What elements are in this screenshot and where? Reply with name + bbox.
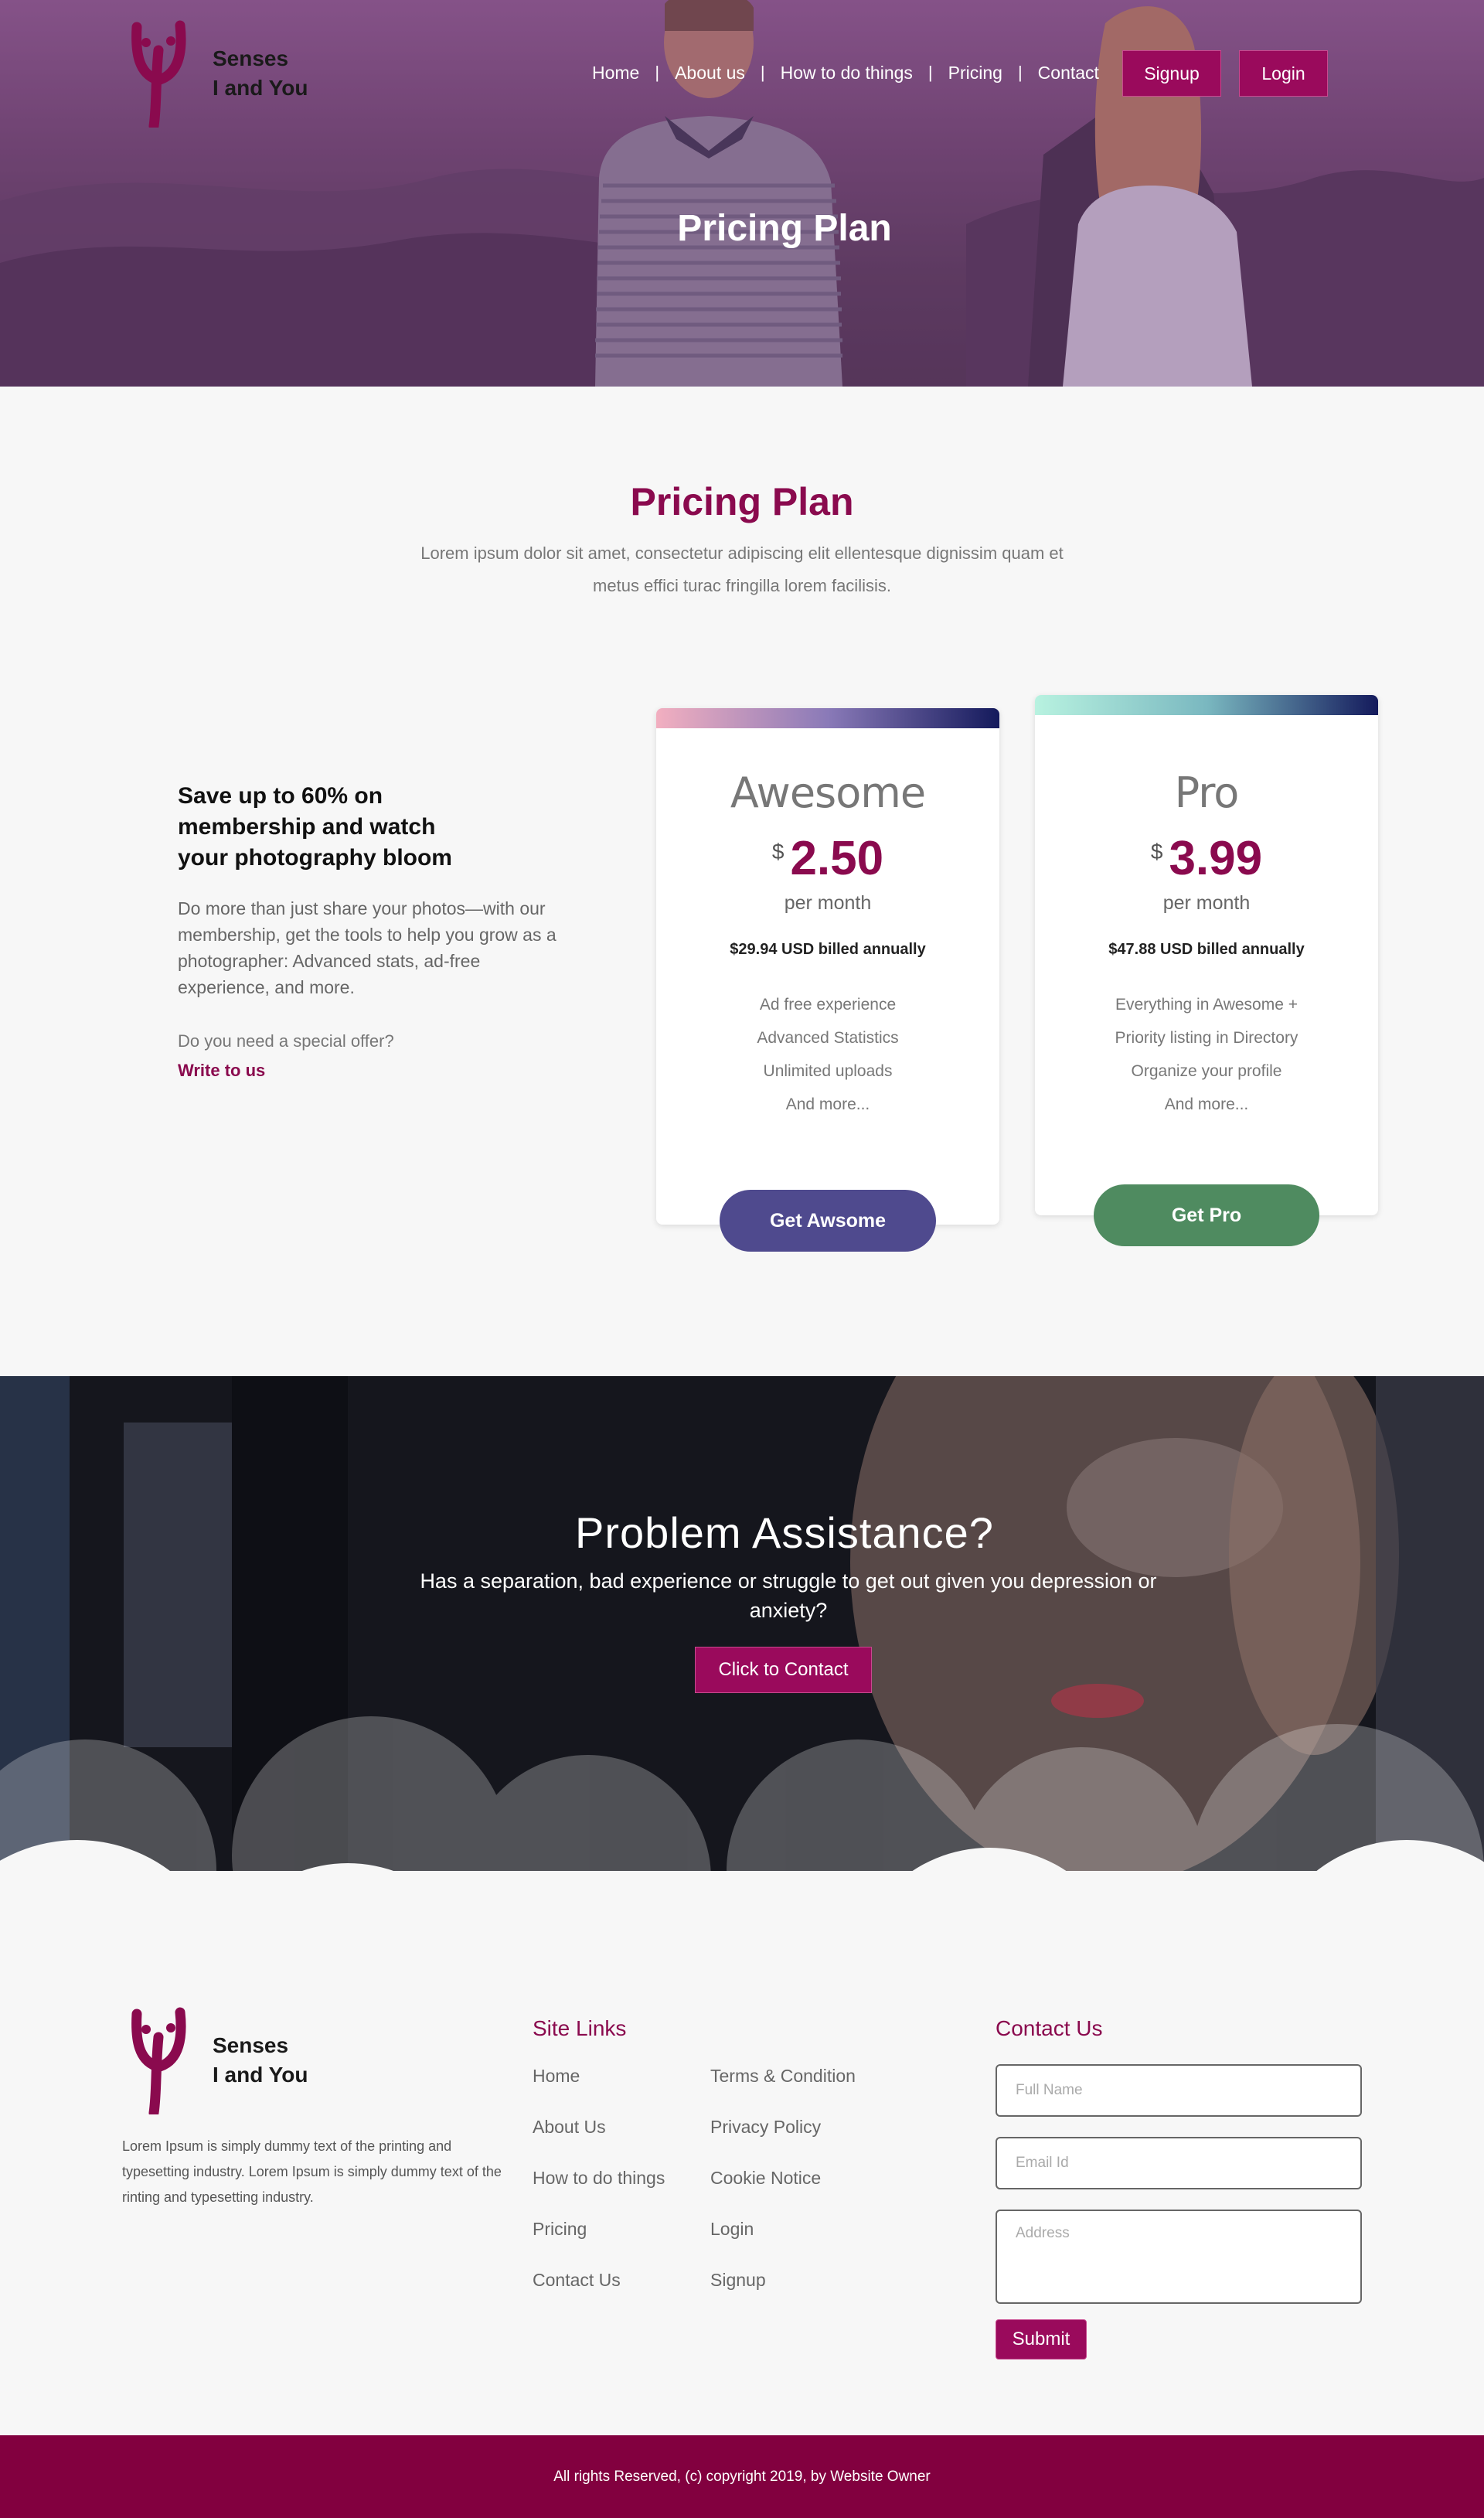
nav-separator: | [928, 63, 933, 82]
offer-heading: Save up to 60% on membership and watch y… [178, 783, 452, 871]
plan-card-accent-bar [1035, 695, 1378, 715]
plan-feature: Advanced Statistics [757, 1029, 899, 1047]
plan-feature: And more... [1164, 1095, 1249, 1113]
plan-feature: Everything in Awesome + [1115, 996, 1298, 1014]
get-awesome-button[interactable]: Get Awsome [720, 1190, 936, 1252]
contact-us-title: Contact Us [996, 2016, 1103, 2040]
plan-price: $3.99 [1035, 831, 1378, 886]
plan-card-accent-bar [656, 708, 999, 728]
membership-offer: Save up to 60% on membership and watch y… [178, 781, 564, 1081]
nav-pricing[interactable]: Pricing [948, 63, 1002, 83]
plan-name: Pro [1174, 768, 1240, 817]
plan-price: $2.50 [656, 831, 999, 886]
nav-contact[interactable]: Contact [1038, 63, 1099, 83]
copyright-bar: All rights Reserved, (c) copyright 2019,… [0, 2435, 1484, 2518]
hero-banner: Senses I and You Home | About us | How t… [0, 0, 1484, 387]
footer-link-cookie-notice[interactable]: Cookie Notice [710, 2168, 856, 2219]
special-offer-question: Do you need a special offer? [178, 1031, 394, 1051]
email-field[interactable]: Email Id [996, 2137, 1362, 2189]
submit-button[interactable]: Submit [996, 2319, 1087, 2360]
address-field[interactable]: Address [996, 2210, 1362, 2304]
brand-line-1: Senses [213, 2033, 289, 2057]
footer-logo[interactable]: Senses I and You [120, 2006, 308, 2114]
price-period: per month [1162, 892, 1251, 914]
hero-title: Pricing Plan [677, 208, 892, 249]
nav-home[interactable]: Home [592, 63, 639, 83]
brand-line-1: Senses [213, 46, 289, 70]
brand-name: Senses I and You [213, 2031, 308, 2090]
footer-link-home[interactable]: Home [533, 2066, 665, 2117]
plan-card-pro: Pro $3.99 per month $47.88 USD billed an… [1035, 695, 1378, 1215]
plan-feature: Ad free experience [759, 996, 897, 1014]
plan-features: Ad free experience Advanced Statistics U… [656, 988, 999, 1121]
full-name-field[interactable]: Full Name [996, 2064, 1362, 2117]
billing-note: $47.88 USD billed annually [1108, 941, 1305, 958]
plan-card-awesome: Awesome $2.50 per month $29.94 USD bille… [656, 708, 999, 1225]
get-pro-button[interactable]: Get Pro [1094, 1184, 1319, 1246]
problem-assistance-banner: Problem Assistance? Has a separation, ba… [0, 1376, 1484, 1917]
footer-about-text: Lorem Ipsum is simply dummy text of the … [122, 2138, 502, 2205]
plan-feature: Priority listing in Directory [1115, 1029, 1298, 1047]
plan-name: Awesome [730, 768, 926, 817]
plan-feature: Organize your profile [1131, 1062, 1282, 1080]
billing-note: $29.94 USD billed annually [730, 941, 926, 958]
plan-feature: And more... [785, 1095, 870, 1113]
price-amount: 3.99 [1169, 832, 1263, 885]
cloud-divider-decoration [0, 1716, 1484, 1917]
login-button[interactable]: Login [1239, 50, 1328, 97]
site-links-column-1: Home About Us How to do things Pricing C… [533, 2066, 665, 2321]
brand-mark-icon [131, 2007, 186, 2114]
pricing-section-title: Pricing Plan [630, 480, 854, 523]
plan-feature: Unlimited uploads [763, 1062, 893, 1080]
offer-description: Do more than just share your photos—with… [178, 898, 556, 997]
brand-name: Senses I and You [213, 44, 308, 103]
brand-mark-icon [131, 20, 186, 128]
footer-link-about-us[interactable]: About Us [533, 2117, 665, 2168]
price-currency: $ [1150, 840, 1163, 864]
footer-link-signup[interactable]: Signup [710, 2270, 856, 2321]
footer-link-how-to-do-things[interactable]: How to do things [533, 2168, 665, 2219]
pricing-section-subtitle: Lorem ipsum dolor sit amet, consectetur … [420, 543, 1064, 595]
price-amount: 2.50 [790, 832, 884, 885]
signup-button[interactable]: Signup [1122, 50, 1221, 97]
brand-line-2: I and You [213, 2063, 308, 2087]
footer-link-login[interactable]: Login [710, 2219, 856, 2270]
footer-link-terms[interactable]: Terms & Condition [710, 2066, 856, 2117]
footer-link-contact-us[interactable]: Contact Us [533, 2270, 665, 2321]
header-logo[interactable]: Senses I and You [120, 19, 308, 128]
price-currency: $ [771, 840, 785, 864]
nav-separator: | [655, 63, 660, 82]
site-links-title: Site Links [533, 2016, 627, 2040]
nav-separator: | [760, 63, 765, 82]
site-links-column-2: Terms & Condition Privacy Policy Cookie … [710, 2066, 856, 2321]
footer-link-privacy-policy[interactable]: Privacy Policy [710, 2117, 856, 2168]
footer-link-pricing[interactable]: Pricing [533, 2219, 665, 2270]
nav-separator: | [1017, 63, 1023, 82]
main-navigation: Home | About us | How to do things | Pri… [592, 49, 1099, 96]
price-period: per month [784, 892, 872, 914]
plan-features: Everything in Awesome + Priority listing… [1035, 988, 1378, 1121]
nav-how-to-do-things[interactable]: How to do things [781, 63, 913, 83]
brand-line-2: I and You [213, 76, 308, 100]
write-to-us-link[interactable]: Write to us [178, 1061, 564, 1081]
nav-about-us[interactable]: About us [675, 63, 745, 83]
